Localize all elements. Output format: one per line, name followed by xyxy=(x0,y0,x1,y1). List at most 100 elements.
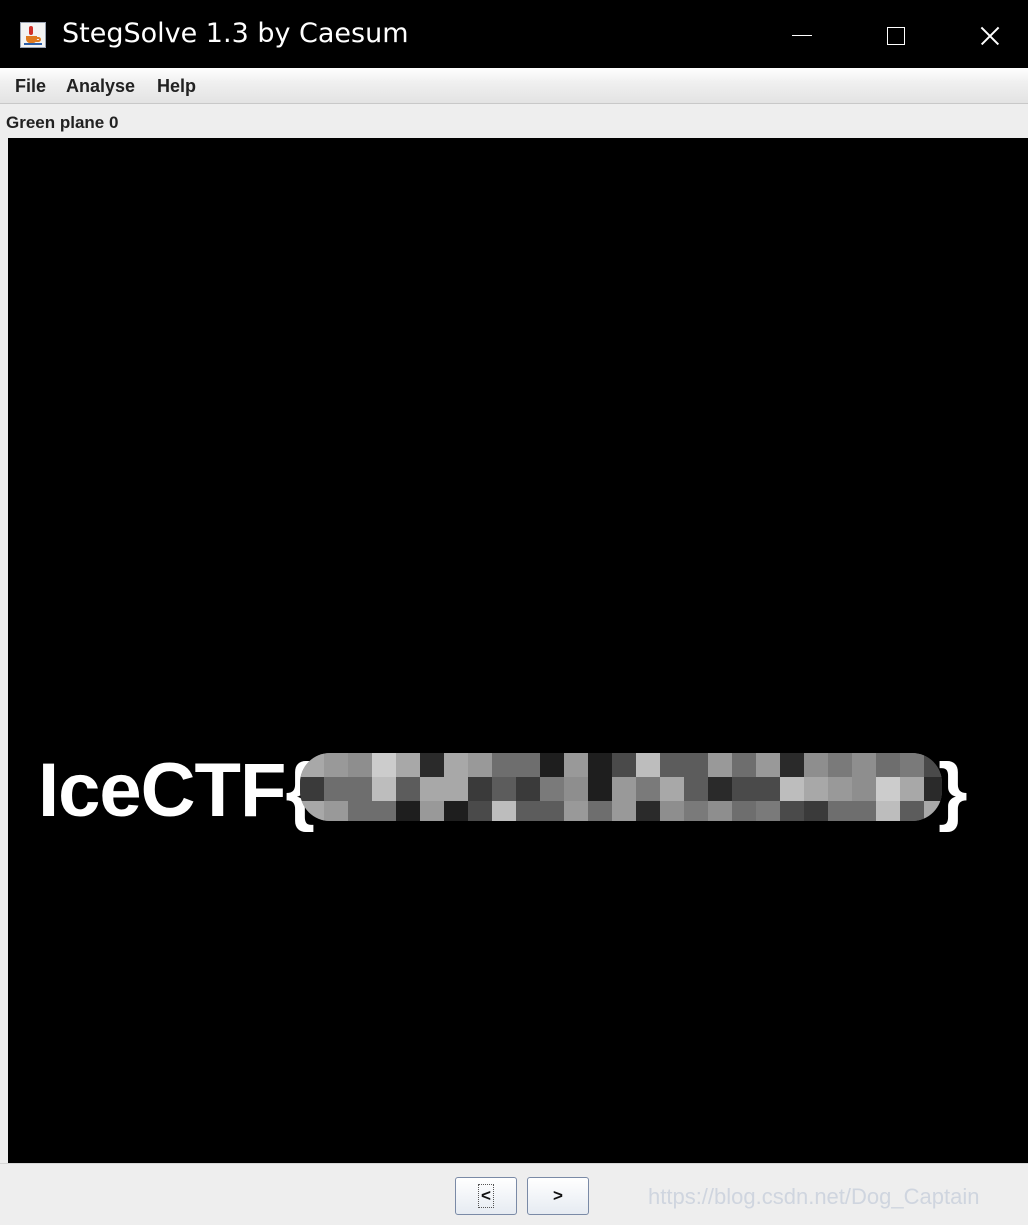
menu-file[interactable]: File xyxy=(15,68,46,104)
watermark-text: https://blog.csdn.net/Dog_Captain xyxy=(648,1184,980,1209)
mosaic-tile xyxy=(828,801,852,821)
window-title: StegSolve 1.3 by Caesum xyxy=(62,18,409,49)
mosaic-tile xyxy=(540,801,564,821)
mosaic-tile xyxy=(612,753,636,777)
bottom-bar: < > https://blog.csdn.net/Dog_Captain xyxy=(0,1163,1028,1225)
minimize-button[interactable] xyxy=(755,0,849,68)
mosaic-tile xyxy=(732,753,756,777)
maximize-icon xyxy=(887,27,905,45)
mosaic-tile xyxy=(564,801,588,821)
mosaic-tile xyxy=(348,801,372,821)
mosaic-tile xyxy=(900,777,924,801)
mosaic-tile xyxy=(444,777,468,801)
mosaic-tile xyxy=(756,801,780,821)
mosaic-tile xyxy=(588,777,612,801)
menu-analyse[interactable]: Analyse xyxy=(66,68,135,104)
mosaic-tile xyxy=(900,753,924,777)
mosaic-tile xyxy=(516,801,540,821)
mosaic-tile xyxy=(756,753,780,777)
plane-label: Green plane 0 xyxy=(6,113,119,132)
mosaic-tile xyxy=(852,801,876,821)
mosaic-tile xyxy=(708,801,732,821)
mosaic-tile xyxy=(492,753,516,777)
mosaic-tile xyxy=(876,777,900,801)
mosaic-tile xyxy=(396,753,420,777)
menu-bar: File Analyse Help xyxy=(0,68,1028,104)
mosaic-tile xyxy=(396,801,420,821)
mosaic-tile xyxy=(300,777,324,801)
mosaic-tile xyxy=(732,801,756,821)
mosaic-tile xyxy=(636,753,660,777)
mosaic-tile xyxy=(684,753,708,777)
mosaic-tile xyxy=(804,801,828,821)
mosaic-tile xyxy=(756,777,780,801)
close-button[interactable] xyxy=(943,0,1028,68)
mosaic-tile xyxy=(468,801,492,821)
next-plane-button[interactable]: > xyxy=(527,1177,589,1215)
mosaic-tile xyxy=(468,753,492,777)
flag-prefix-text: IceCTF{ xyxy=(38,748,315,833)
mosaic-tile xyxy=(684,801,708,821)
mosaic-tile xyxy=(588,801,612,821)
mosaic-tile xyxy=(780,777,804,801)
mosaic-tile xyxy=(300,801,324,821)
mosaic-tile xyxy=(828,777,852,801)
mosaic-tile xyxy=(396,777,420,801)
mosaic-tile xyxy=(348,753,372,777)
mosaic-tile xyxy=(324,777,348,801)
mosaic-tile xyxy=(492,777,516,801)
mosaic-tile xyxy=(852,777,876,801)
image-view: IceCTF{ } xyxy=(8,138,1028,1163)
minimize-icon xyxy=(792,35,812,36)
java-cup-icon xyxy=(20,22,46,48)
mosaic-tile xyxy=(684,777,708,801)
mosaic-tile xyxy=(612,801,636,821)
mosaic-tile xyxy=(324,801,348,821)
mosaic-tile xyxy=(612,777,636,801)
mosaic-tile xyxy=(324,753,348,777)
flag-suffix-text: } xyxy=(938,748,968,833)
mosaic-tile xyxy=(660,801,684,821)
mosaic-tile xyxy=(372,777,396,801)
mosaic-tile xyxy=(492,801,516,821)
mosaic-tile xyxy=(444,801,468,821)
mosaic-tile xyxy=(420,753,444,777)
mosaic-tile xyxy=(348,777,372,801)
previous-plane-button[interactable]: < xyxy=(455,1177,517,1215)
mosaic-tile xyxy=(660,777,684,801)
mosaic-tile xyxy=(468,777,492,801)
mosaic-tile xyxy=(732,777,756,801)
mosaic-tile xyxy=(780,753,804,777)
mosaic-tile xyxy=(804,777,828,801)
previous-label: < xyxy=(478,1184,494,1208)
maximize-button[interactable] xyxy=(849,0,943,68)
mosaic-tile xyxy=(708,777,732,801)
title-bar[interactable]: StegSolve 1.3 by Caesum xyxy=(0,0,1028,68)
mosaic-tile xyxy=(900,801,924,821)
mosaic-tile xyxy=(636,801,660,821)
mosaic-tile xyxy=(516,753,540,777)
mosaic-tile xyxy=(300,753,324,777)
mosaic-tile xyxy=(876,753,900,777)
mosaic-tile xyxy=(564,777,588,801)
mosaic-tile xyxy=(372,753,396,777)
mosaic-tile xyxy=(444,753,468,777)
stegsolve-window: StegSolve 1.3 by Caesum File Analyse Hel… xyxy=(0,0,1028,1225)
mosaic-tile xyxy=(636,777,660,801)
mosaic-tile xyxy=(420,777,444,801)
menu-help[interactable]: Help xyxy=(157,68,196,104)
mosaic-tile xyxy=(540,777,564,801)
mosaic-tile xyxy=(588,753,612,777)
redaction-mosaic xyxy=(300,753,942,821)
mosaic-tile xyxy=(564,753,588,777)
mosaic-tile xyxy=(516,777,540,801)
mosaic-tile xyxy=(828,753,852,777)
mosaic-tile xyxy=(540,753,564,777)
mosaic-tile xyxy=(372,801,396,821)
mosaic-tile xyxy=(660,753,684,777)
mosaic-tile xyxy=(876,801,900,821)
mosaic-tile xyxy=(852,753,876,777)
mosaic-tile xyxy=(780,801,804,821)
mosaic-tile xyxy=(804,753,828,777)
mosaic-tile xyxy=(420,801,444,821)
